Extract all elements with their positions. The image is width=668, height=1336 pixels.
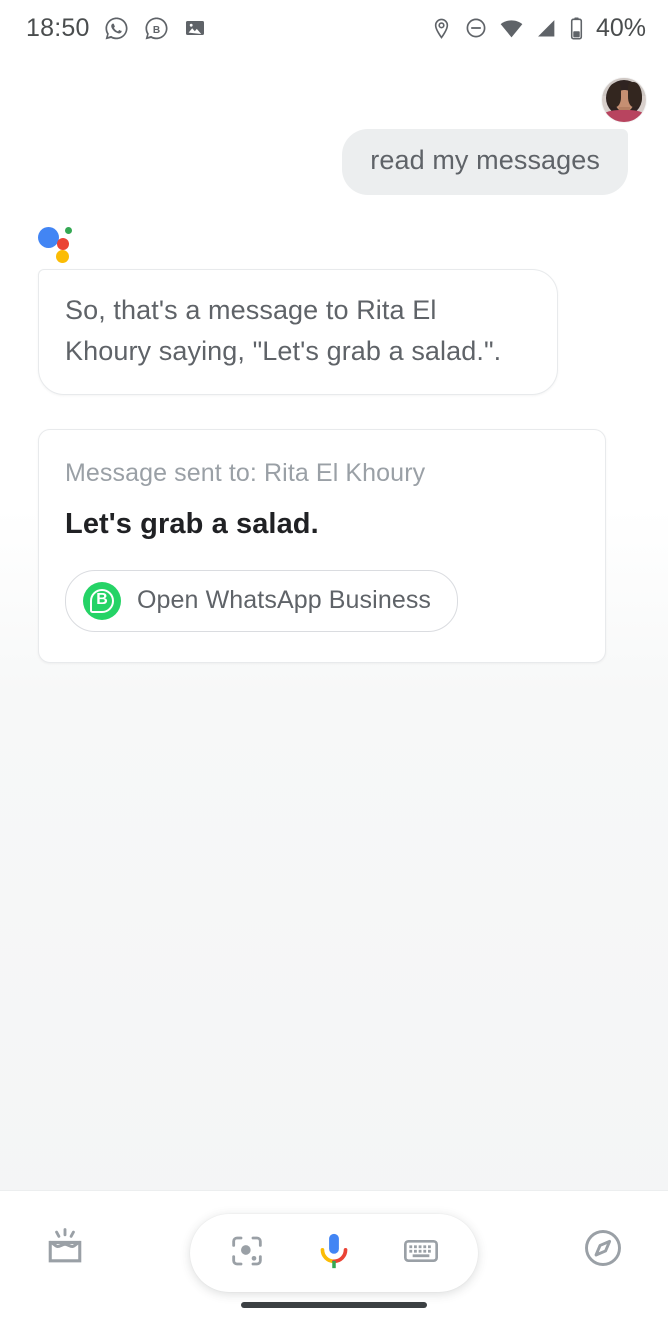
whatsapp-icon (103, 15, 130, 42)
explore-compass-icon (581, 1226, 625, 1275)
google-lens-icon (227, 1231, 267, 1276)
card-recipient-label: Message sent to: Rita El Khoury (65, 458, 426, 487)
status-bar-right: 40% (430, 13, 646, 42)
whatsapp-business-letter: B (96, 590, 108, 608)
snapshot-icon (42, 1225, 88, 1276)
open-whatsapp-business-label: Open WhatsApp Business (137, 586, 432, 615)
avatar-row (0, 56, 668, 122)
user-message-bubble[interactable]: read my messages (342, 129, 628, 195)
bottom-bar (0, 1190, 668, 1336)
whatsapp-business-icon: B (143, 15, 170, 42)
user-message-text: read my messages (370, 145, 600, 175)
assistant-dot-red (57, 237, 69, 250)
battery-icon (569, 16, 584, 41)
status-time: 18:50 (26, 13, 90, 42)
google-lens-button[interactable] (216, 1222, 278, 1284)
assistant-message-text: So, that's a message to Rita El Khoury s… (65, 294, 502, 366)
assistant-screen: 18:50 B 40% read my messages So, that's … (0, 0, 668, 1336)
photo-icon (183, 16, 207, 40)
assistant-dot-green (65, 226, 72, 234)
assistant-message-bubble[interactable]: So, that's a message to Rita El Khoury s… (38, 268, 558, 395)
wifi-icon (499, 16, 524, 41)
google-assistant-logo-icon (38, 225, 74, 263)
open-whatsapp-business-button[interactable]: B Open WhatsApp Business (65, 569, 459, 632)
avatar-shirt (604, 110, 644, 122)
avatar-hair-left (607, 83, 621, 107)
status-bar: 18:50 B 40% (0, 0, 668, 56)
explore-button[interactable] (572, 1219, 634, 1281)
keyboard-icon (401, 1231, 441, 1276)
snapshot-button[interactable] (34, 1219, 96, 1281)
microphone-button[interactable] (303, 1222, 365, 1284)
assistant-dot-yellow (56, 249, 69, 263)
assistant-response-block: So, that's a message to Rita El Khoury s… (0, 195, 668, 395)
card-message-text: Let's grab a salad. (65, 507, 319, 540)
assistant-input-pill (190, 1214, 478, 1292)
user-message-row: read my messages (0, 122, 668, 195)
gesture-navigation-bar[interactable] (241, 1302, 427, 1308)
battery-percentage: 40% (595, 13, 646, 42)
avatar[interactable] (602, 78, 646, 122)
google-mic-icon (313, 1230, 355, 1277)
keyboard-button[interactable] (390, 1222, 452, 1284)
assistant-dot-blue (38, 226, 59, 248)
cellular-signal-icon (535, 17, 558, 40)
location-icon (430, 17, 453, 40)
message-result-card[interactable]: Message sent to: Rita El Khoury Let's gr… (38, 428, 606, 663)
whatsapp-business-icon: B (83, 581, 121, 620)
do-not-disturb-icon (464, 16, 488, 40)
status-bar-left: 18:50 B (26, 15, 207, 42)
conversation-area: read my messages So, that's a message to… (0, 56, 668, 1190)
svg-text:B: B (152, 25, 159, 36)
